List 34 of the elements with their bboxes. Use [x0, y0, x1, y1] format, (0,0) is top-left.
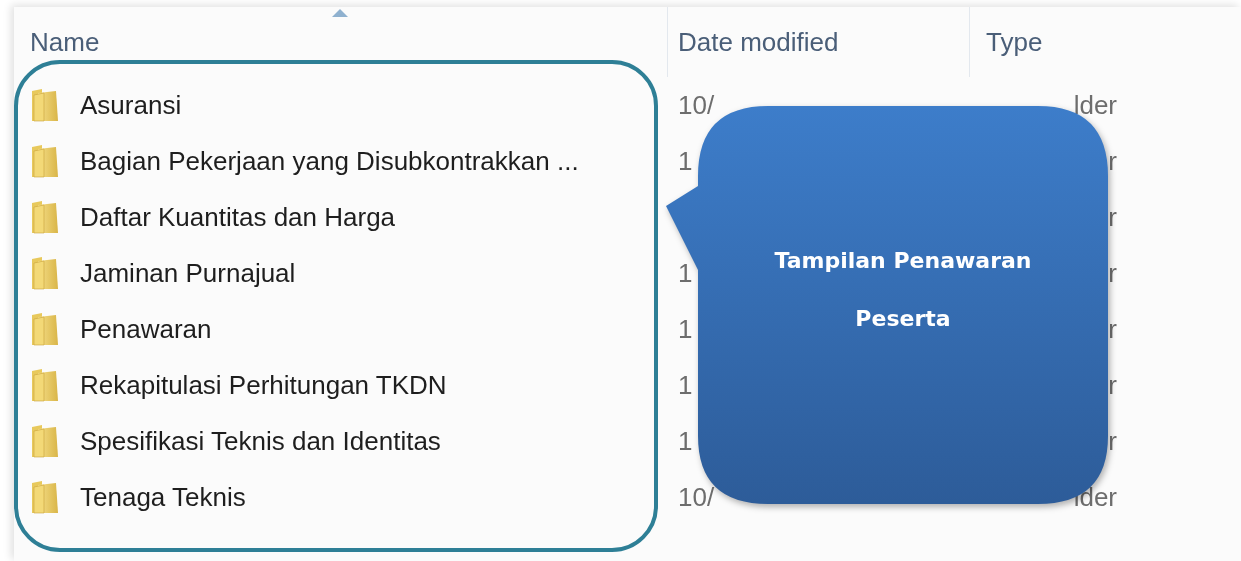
type-cell: r: [1108, 369, 1117, 401]
column-header[interactable]: Date modified: [678, 26, 839, 58]
folder-name[interactable]: Daftar Kuantitas dan Harga: [80, 201, 396, 233]
date-cell: 1: [678, 369, 693, 401]
folder-icon: [30, 479, 60, 515]
type-cell: r: [1108, 313, 1117, 345]
type-cell: lder: [1073, 89, 1117, 121]
folder-name[interactable]: Asuransi: [80, 89, 182, 121]
folder-icon: [30, 255, 60, 291]
type-cell: r: [1108, 145, 1117, 177]
folder-icon: [30, 367, 60, 403]
date-cell: 10/: [678, 89, 715, 121]
callout-text: Tampilan Penawaran Peserta: [773, 247, 1033, 333]
folder-icon: [30, 311, 60, 347]
folder-icon: [30, 87, 60, 123]
date-cell: 10/: [678, 481, 715, 513]
folder-icon: [30, 423, 60, 459]
type-cell: r: [1108, 257, 1117, 289]
folder-name[interactable]: Penawaran: [80, 313, 212, 345]
type-cell: r: [1108, 201, 1117, 233]
folder-name[interactable]: Bagian Pekerjaan yang Disubkontrakkan ...: [80, 145, 579, 177]
folder-name[interactable]: Jaminan Purnajual: [80, 257, 296, 289]
date-cell: 1: [678, 145, 693, 177]
folder-name[interactable]: Tenaga Teknis: [80, 481, 246, 513]
date-cell: 1: [678, 425, 693, 457]
column-header[interactable]: Type: [986, 26, 1043, 58]
folder-icon: [30, 199, 60, 235]
column-header[interactable]: Name: [30, 26, 100, 58]
type-cell: r: [1108, 425, 1117, 457]
folder-icon: [30, 143, 60, 179]
date-cell: 1: [678, 313, 693, 345]
folder-name[interactable]: Rekapitulasi Perhitungan TKDN: [80, 369, 447, 401]
date-cell: 1: [678, 257, 693, 289]
folder-name[interactable]: Spesifikasi Teknis dan Identitas: [80, 425, 441, 457]
